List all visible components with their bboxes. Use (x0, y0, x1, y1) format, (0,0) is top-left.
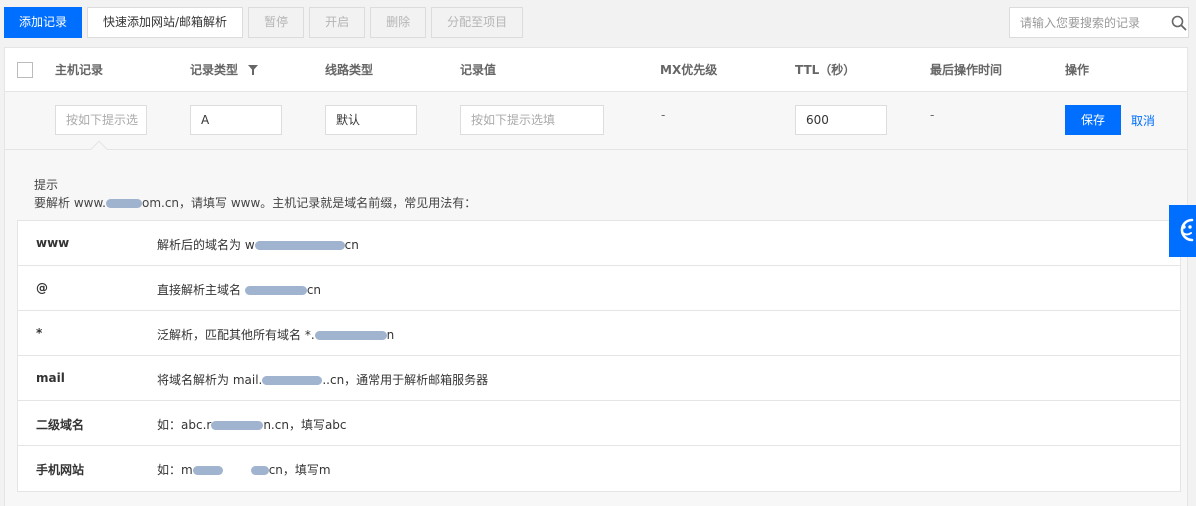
value-field[interactable]: 按如下提示选填 (460, 105, 604, 135)
tip-value: 如：m cn，填写m (157, 461, 331, 478)
tip-table: www 解析后的域名为 w cn @ 直接解析主域名 cn * 泛解析，匹配其他所… (17, 220, 1181, 492)
header-ttl: TTL（秒） (795, 63, 856, 77)
header-actions: 操作 (1065, 63, 1090, 77)
tip-key: www (36, 236, 70, 250)
add-record-button[interactable]: 添加记录 (4, 7, 83, 38)
header-last-op: 最后操作时间 (930, 63, 1003, 77)
tip-key: 手机网站 (36, 463, 85, 477)
tip-desc-prefix: 要解析 www. (34, 196, 106, 210)
tip-value-pre: 如：abc.r (157, 418, 212, 432)
header-host: 主机记录 (55, 63, 104, 77)
line-select[interactable]: 默认 (325, 105, 417, 135)
ttl-field[interactable]: 600 (795, 105, 887, 135)
tip-row: www 解析后的域名为 w cn (18, 221, 1180, 266)
quick-add-button[interactable]: 快速添加网站/邮箱解析 (87, 7, 244, 38)
tip-value-post: ..cn，通常用于解析邮箱服务器 (322, 373, 489, 387)
tip-desc-suffix: om.cn，请填写 www。主机记录就是域名前缀，常见用法有： (141, 196, 477, 210)
tip-value-pre: 解析后的域名为 w (157, 238, 255, 252)
header-mx: MX优先级 (660, 63, 718, 77)
header-value: 记录值 (460, 63, 497, 77)
search-input[interactable] (1010, 8, 1170, 37)
select-all-checkbox[interactable] (17, 62, 33, 78)
header-type-label: 记录类型 (190, 63, 239, 77)
header-line: 线路类型 (325, 63, 374, 77)
assign-project-button[interactable]: 分配至项目 (431, 7, 524, 38)
redacted-text (105, 199, 142, 208)
tip-value: 泛解析，匹配其他所有域名 *. n (157, 326, 394, 343)
tip-value-pre: 如：m (157, 463, 193, 477)
table-header: 主机记录 记录类型 线路类型 记录值 MX优先级 TTL（秒） 最后操作时间 操… (5, 48, 1187, 92)
tip-value: 直接解析主域名 cn (157, 281, 321, 298)
header-type: 记录类型 (190, 48, 259, 93)
tip-value: 如：abc.r n.cn，填写abc (157, 416, 347, 433)
toolbar: 添加记录 快速添加网站/邮箱解析 暂停 开启 删除 分配至项目 (4, 7, 524, 38)
tip-value-pre: 泛解析，匹配其他所有域名 *. (157, 328, 315, 342)
tip-value-post: cn (306, 283, 322, 297)
filter-icon[interactable] (248, 49, 259, 93)
records-table: 主机记录 记录类型 线路类型 记录值 MX优先级 TTL（秒） 最后操作时间 操… (4, 47, 1188, 506)
tip-key: 二级域名 (36, 418, 85, 432)
redacted-text (244, 286, 307, 295)
tip-value-pre: 将域名解析为 mail. (157, 373, 263, 387)
tip-title: 提示 (34, 178, 59, 192)
tip-description: 要解析 www. om.cn，请填写 www。主机记录就是域名前缀，常见用法有： (34, 194, 476, 211)
tip-value-post: n (386, 328, 395, 342)
cancel-link[interactable]: 取消 (1131, 112, 1155, 129)
tip-row: @ 直接解析主域名 cn (18, 266, 1180, 311)
tip-value-pre: 直接解析主域名 (157, 283, 245, 297)
tip-panel: 提示 要解析 www. om.cn，请填写 www。主机记录就是域名前缀，常见用法… (5, 140, 1187, 506)
tip-value-post: n.cn，填写abc (263, 418, 347, 432)
edit-record-row: 按如下提示选 A 默认 按如下提示选填 - 600 - 保存 取消 (5, 92, 1187, 150)
customer-service-tab[interactable] (1169, 205, 1196, 257)
redacted-text (262, 376, 323, 385)
search-box (1009, 7, 1189, 38)
host-field[interactable]: 按如下提示选 (55, 105, 147, 135)
tip-row: 二级域名 如：abc.r n.cn，填写abc (18, 401, 1180, 446)
tip-key: * (36, 326, 43, 340)
type-select[interactable]: A (190, 105, 282, 135)
tip-value-post: cn (344, 238, 359, 252)
pause-button[interactable]: 暂停 (248, 7, 305, 38)
tip-value: 将域名解析为 mail. ..cn，通常用于解析邮箱服务器 (157, 371, 488, 388)
save-button[interactable]: 保存 (1065, 105, 1121, 135)
tip-row: * 泛解析，匹配其他所有域名 *. n (18, 311, 1180, 356)
tip-row: mail 将域名解析为 mail. ..cn，通常用于解析邮箱服务器 (18, 356, 1180, 401)
last-op-value: - (930, 108, 935, 122)
headset-icon (1176, 217, 1196, 246)
redacted-text (211, 421, 264, 430)
tip-value-post: cn，填写m (268, 463, 331, 477)
delete-button[interactable]: 删除 (370, 7, 427, 38)
tip-row: 手机网站 如：m cn，填写m (18, 446, 1180, 491)
search-icon[interactable] (1170, 15, 1188, 31)
enable-button[interactable]: 开启 (309, 7, 366, 38)
redacted-text (314, 331, 387, 340)
tip-value: 解析后的域名为 w cn (157, 236, 359, 253)
mx-value: - (661, 108, 666, 122)
redacted-text (254, 241, 345, 250)
redacted-text (250, 466, 269, 475)
tip-key: mail (36, 371, 65, 385)
redacted-text (192, 466, 223, 475)
tip-key: @ (36, 281, 48, 295)
